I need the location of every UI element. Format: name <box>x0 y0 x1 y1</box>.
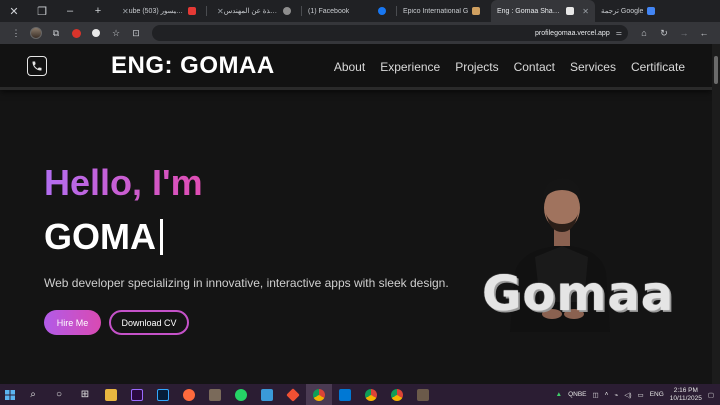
tab-epico[interactable]: Epico International G <box>397 0 491 22</box>
tab-close-icon[interactable]: ✕ <box>122 7 129 16</box>
portrait-name-overlay: Gomaa <box>482 266 675 322</box>
tab-google-translate[interactable]: ترجمة Google <box>595 0 679 22</box>
tab-label: ترجمة Google <box>601 8 644 15</box>
minimize-window-icon[interactable]: – <box>56 0 84 22</box>
tab-label: كتابة نبذة عن المهندس <box>223 8 279 15</box>
extension-red-icon[interactable] <box>68 25 84 41</box>
battery-icon[interactable]: ▭ <box>638 391 644 399</box>
google-translate-icon <box>647 7 656 15</box>
app-icon[interactable] <box>410 384 436 405</box>
youtube-icon <box>188 7 196 15</box>
address-bar[interactable]: profilegomaa.vercel.app ⚌ <box>152 25 628 41</box>
site-info-icon[interactable]: ⚌ <box>616 29 622 37</box>
chrome-profile-2-icon[interactable] <box>358 384 384 405</box>
site-navbar: ENG: GOMAA About Experience Projects Con… <box>0 44 712 90</box>
drop-app-icon[interactable] <box>176 384 202 405</box>
nav-links: About Experience Projects Contact Servic… <box>334 60 685 74</box>
typed-text: GOMA <box>44 216 156 257</box>
clock[interactable]: 2:16 PM 10/11/2025 <box>670 387 702 403</box>
portfolio-page: ENG: GOMAA About Experience Projects Con… <box>0 44 712 384</box>
clock-date: 10/11/2025 <box>669 394 702 402</box>
typing-caret <box>160 219 163 255</box>
chrome-profile-3-icon[interactable] <box>384 384 410 405</box>
tab-close-icon[interactable]: ✕ <box>582 7 589 16</box>
hero-greeting: Hello, I'm <box>44 162 203 203</box>
new-tab-button[interactable]: + <box>84 0 112 22</box>
settings-app-icon[interactable] <box>254 384 280 405</box>
nav-about[interactable]: About <box>334 60 365 74</box>
person-app-icon[interactable] <box>202 384 228 405</box>
network-icon[interactable]: ⌁ <box>614 391 618 399</box>
tab-youtube[interactable]: ✕ ube (503) البروفيسور <box>112 0 206 22</box>
bookmark-star-icon[interactable]: ☆ <box>108 25 124 41</box>
facebook-icon <box>378 7 386 15</box>
windows-start-icon[interactable] <box>0 384 20 405</box>
cortana-icon[interactable]: ○ <box>46 384 72 405</box>
tab-facebook[interactable]: (1) Facebook <box>302 0 396 22</box>
close-window-icon[interactable]: ✕ <box>0 0 28 22</box>
page-scrollbar[interactable] <box>712 44 720 384</box>
forward-icon[interactable]: → <box>676 25 692 41</box>
home-icon[interactable]: ⌂ <box>636 25 652 41</box>
system-tray: ▲ QNBE ◫ ˄ ⌁ ◁) ▭ ENG 2:16 PM 10/11/2025… <box>556 384 714 405</box>
profile-avatar[interactable] <box>28 25 44 41</box>
tab-close-icon[interactable]: ✕ <box>217 7 224 16</box>
browser-toolbar: ⋮ ⧉ ☆ ⊡ profilegomaa.vercel.app ⚌ ⌂ ↻ → … <box>0 22 720 44</box>
language-indicator[interactable]: ENG <box>650 391 664 398</box>
volume-icon[interactable]: ◁) <box>624 391 631 399</box>
back-icon[interactable]: ← <box>696 25 712 41</box>
whatsapp-icon[interactable] <box>228 384 254 405</box>
nav-services[interactable]: Services <box>570 60 616 74</box>
tab-label: ube (503) البروفيسور <box>128 8 184 15</box>
phone-icon[interactable] <box>27 56 47 76</box>
chatgpt-icon <box>283 7 291 15</box>
tab-label: Eng : Gomaa Shaban <box>497 7 563 15</box>
tab-gomaa-portfolio[interactable]: Eng : Gomaa Shaban ✕ <box>491 0 595 22</box>
chevron-up-icon[interactable]: ˄ <box>605 391 609 398</box>
notification-icon[interactable]: ▢ <box>708 391 714 399</box>
nav-certificate[interactable]: Certificate <box>631 60 685 74</box>
menu-dots-icon[interactable]: ⋮ <box>8 25 24 41</box>
portfolio-icon <box>566 7 575 15</box>
hero-tagline: Web developer specializing in innovative… <box>44 276 449 290</box>
extension-white-icon[interactable] <box>88 25 104 41</box>
restore-window-icon[interactable]: ❐ <box>28 0 56 22</box>
tray-app-icon[interactable]: ◫ <box>592 391 598 399</box>
reload-icon[interactable]: ↻ <box>656 25 672 41</box>
nav-projects[interactable]: Projects <box>455 60 498 74</box>
hero-typed-name: GOMA <box>44 216 163 258</box>
photoshop-icon[interactable] <box>150 384 176 405</box>
file-explorer-icon[interactable] <box>98 384 124 405</box>
extensions-icon[interactable]: ⧉ <box>48 25 64 41</box>
site-icon <box>472 7 481 15</box>
premiere-icon[interactable] <box>124 384 150 405</box>
tab-label: (1) Facebook <box>308 7 350 15</box>
nav-experience[interactable]: Experience <box>380 60 440 74</box>
search-icon[interactable]: ⌕ <box>20 384 46 405</box>
download-cv-button[interactable]: Download CV <box>109 310 189 335</box>
vscode-icon[interactable] <box>332 384 358 405</box>
windows-taskbar: ⌕ ○ ⊞ ▲ QNBE ◫ ˄ ⌁ ◁) ▭ ENG 2:16 PM 10/1… <box>0 384 720 405</box>
url-text: profilegomaa.vercel.app <box>535 29 610 37</box>
clock-time: 2:16 PM <box>673 386 698 394</box>
task-view-icon[interactable]: ⊞ <box>72 384 98 405</box>
tab-engineer-bio[interactable]: ✕ كتابة نبذة عن المهندس <box>207 0 301 22</box>
tab-label: Epico International G <box>403 7 469 15</box>
site-brand[interactable]: ENG: GOMAA <box>111 52 275 80</box>
scrollbar-thumb[interactable] <box>714 56 718 84</box>
nav-contact[interactable]: Contact <box>514 60 555 74</box>
chrome-icon[interactable] <box>306 384 332 405</box>
translate-icon[interactable]: ⊡ <box>128 25 144 41</box>
git-icon[interactable] <box>280 384 306 405</box>
stock-ticker-icon[interactable]: ▲ <box>556 391 562 398</box>
ime-indicator[interactable]: QNBE <box>568 391 586 398</box>
hire-me-button[interactable]: Hire Me <box>44 310 101 335</box>
browser-tab-strip: ✕ ❐ – + ✕ ube (503) البروفيسور ✕ كتابة ن… <box>0 0 720 22</box>
